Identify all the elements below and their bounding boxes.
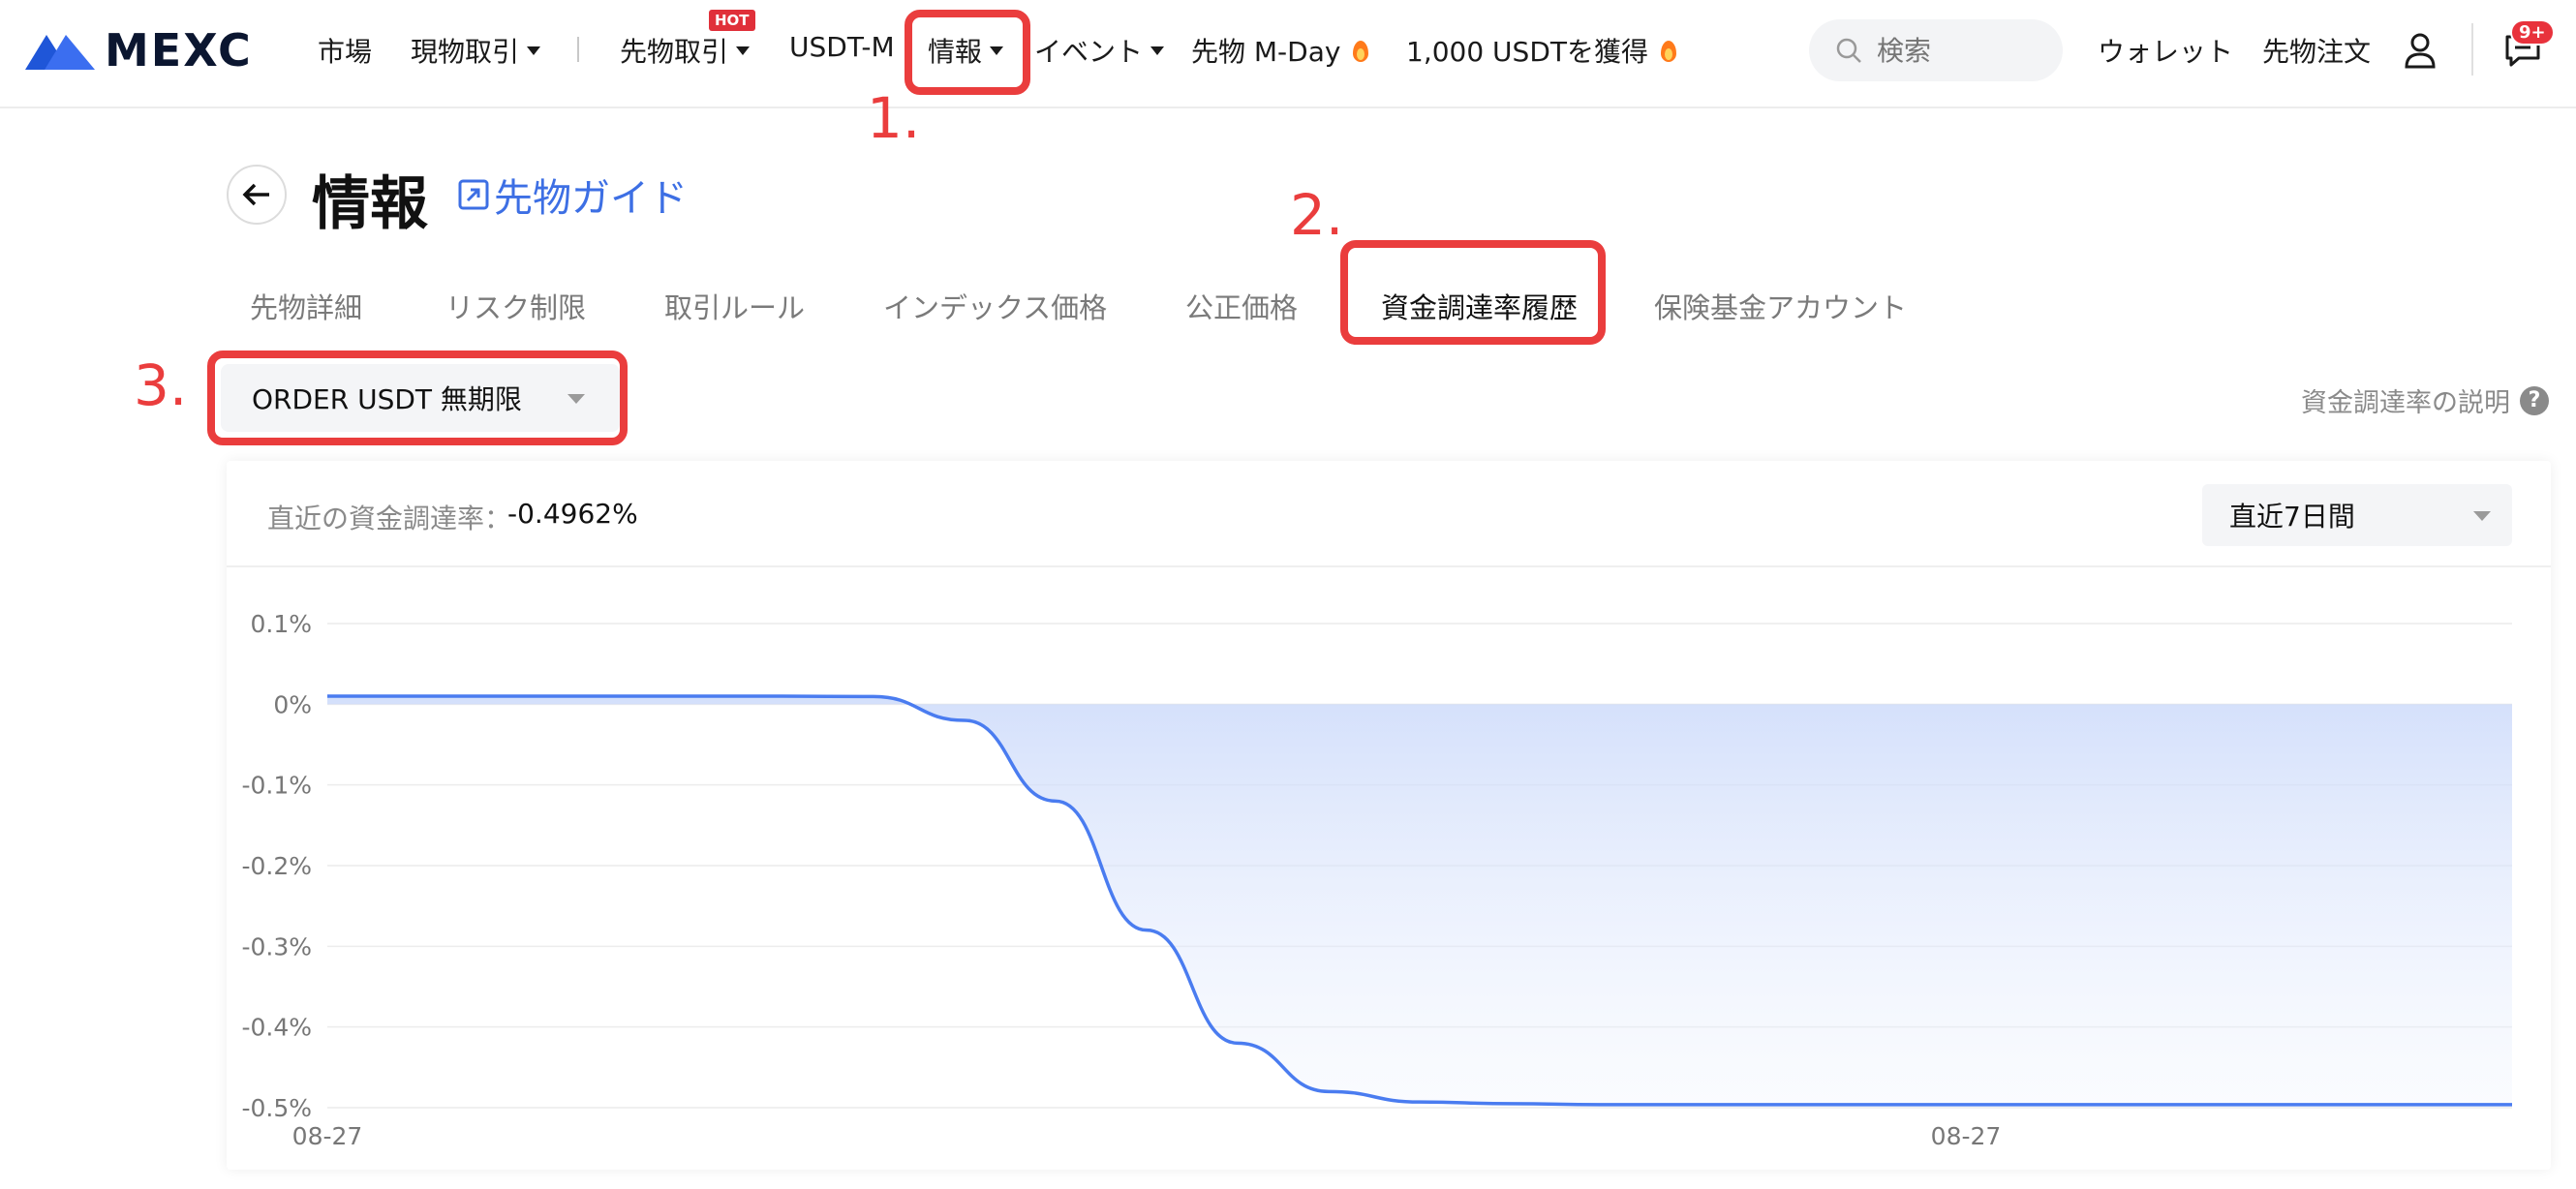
search-input[interactable] — [1875, 33, 2053, 68]
nav-spot-label: 現物取引 — [411, 36, 520, 68]
chevron-down-icon — [1150, 46, 1165, 55]
guide-icon — [458, 179, 489, 210]
chevron-down-icon — [736, 46, 751, 55]
nav-events-label: イベント — [1034, 36, 1144, 68]
tab-index-price[interactable]: インデックス価格 — [883, 286, 1107, 326]
annotation-step-1: 1. — [867, 85, 921, 151]
nav-divider — [2471, 23, 2473, 76]
nav-futures-trading[interactable]: 先物取引 — [620, 31, 751, 70]
mexc-logo[interactable]: MEXC — [25, 24, 253, 76]
hot-badge: HOT — [709, 10, 755, 31]
y-tick-label: -0.4% — [241, 1014, 312, 1042]
y-tick-label: -0.2% — [241, 852, 312, 880]
y-tick-label: -0.3% — [241, 932, 312, 960]
card-header: 直近の資金調達率： -0.4962% 直近7日間 — [227, 461, 2551, 567]
chart-area-fill — [327, 696, 2512, 1105]
nav-spot-trading[interactable]: 現物取引 — [411, 31, 541, 70]
nav-usdt-m[interactable]: USDT-M — [789, 31, 895, 63]
y-axis-ticks: 0.1% 0% -0.1% -0.2% -0.3% -0.4% -0.5% — [241, 610, 312, 1122]
nav-futures-orders-label: 先物注文 — [2262, 36, 2372, 68]
arrow-left-icon — [242, 183, 269, 206]
caret-down-icon — [567, 394, 585, 404]
tab-funding-rate-history[interactable]: 資金調達率履歴 — [1381, 286, 1578, 326]
notification-badge: 9+ — [2510, 19, 2555, 46]
futures-guide-link[interactable]: 先物ガイド — [457, 167, 688, 223]
nav-get-usdt[interactable]: 1,000 USDTを獲得 — [1406, 31, 1679, 70]
y-tick-label: 0.1% — [250, 610, 312, 638]
latest-rate-label: 直近の資金調達率： — [267, 503, 512, 534]
nav-info[interactable]: 情報 — [928, 31, 1004, 70]
annotation-step-2: 2. — [1290, 182, 1344, 248]
tab-futures-details[interactable]: 先物詳細 — [250, 286, 362, 326]
tab-fair-price[interactable]: 公正価格 — [1185, 286, 1298, 326]
time-range-value: 直近7日間 — [2229, 501, 2355, 533]
chevron-down-icon — [990, 46, 1004, 55]
funding-rate-card: 直近の資金調達率： -0.4962% 直近7日間 0.1% 0% -0.1% -0.2… — [227, 461, 2551, 1170]
user-icon — [2405, 33, 2436, 69]
x-tick-label: 08-27 — [1931, 1122, 2002, 1150]
nav-wallet-label: ウォレット — [2098, 36, 2234, 68]
tab-trading-rules[interactable]: 取引ルール — [664, 286, 805, 326]
nav-events[interactable]: イベント — [1034, 31, 1165, 70]
caret-down-icon — [2473, 511, 2491, 521]
nav-divider — [577, 37, 579, 62]
x-tick-label: 08-27 — [292, 1122, 363, 1150]
nav-get-usdt-label: 1,000 USDTを獲得 — [1406, 36, 1648, 68]
latest-rate-value: -0.4962% — [507, 498, 638, 530]
nav-futures-mday[interactable]: 先物 M-Day — [1191, 31, 1371, 70]
mexc-logo-icon — [25, 35, 95, 70]
funding-rate-chart: 0.1%0%-0.1%-0.2%-0.3%-0.4%-0.5% 08-27 08-… — [241, 610, 2513, 1150]
page-title: 情報 — [312, 170, 428, 238]
brand-name: MEXC — [105, 24, 253, 76]
y-tick-label: -0.1% — [241, 772, 312, 800]
tab-risk-limit[interactable]: リスク制限 — [445, 286, 586, 326]
chevron-down-icon — [527, 46, 541, 55]
x-axis-ticks: 08-27 08-27 — [292, 1122, 2002, 1150]
guide-link-label: 先物ガイド — [494, 176, 688, 221]
y-tick-label: 0% — [273, 690, 312, 718]
search-icon — [1836, 38, 1861, 63]
nav-info-label: 情報 — [928, 36, 983, 68]
funding-rate-explanation-link[interactable]: 資金調達率の説明 ? — [2301, 381, 2549, 419]
question-icon: ? — [2520, 385, 2549, 415]
search-box[interactable] — [1809, 19, 2063, 81]
tab-insurance-fund[interactable]: 保険基金アカウント — [1654, 286, 1907, 326]
nav-market-label: 市場 — [318, 36, 373, 68]
nav-market[interactable]: 市場 — [318, 31, 372, 70]
fire-icon — [1658, 37, 1679, 64]
nav-mday-label: 先物 M-Day — [1191, 36, 1341, 68]
y-tick-label: -0.5% — [241, 1094, 312, 1122]
time-range-select[interactable]: 直近7日間 — [2202, 484, 2512, 546]
top-navigation-bar: MEXC 市場 現物取引 HOT 先物取引 USDT-M 情報 イベント 先物 … — [0, 0, 2576, 108]
annotation-step-3: 3. — [134, 352, 188, 418]
nav-futures-label: 先物取引 — [620, 36, 729, 68]
symbol-select[interactable]: ORDER USDT 無期限 — [221, 364, 620, 432]
user-account-button[interactable] — [2396, 23, 2444, 77]
symbol-select-value: ORDER USDT 無期限 — [252, 383, 522, 415]
fire-icon — [1350, 37, 1371, 64]
nav-futures-orders[interactable]: 先物注文 — [2262, 31, 2371, 70]
explain-label: 資金調達率の説明 — [2301, 388, 2510, 418]
back-button[interactable] — [227, 165, 287, 225]
nav-wallet[interactable]: ウォレット — [2098, 31, 2233, 70]
nav-usdt-m-label: USDT-M — [789, 31, 895, 63]
